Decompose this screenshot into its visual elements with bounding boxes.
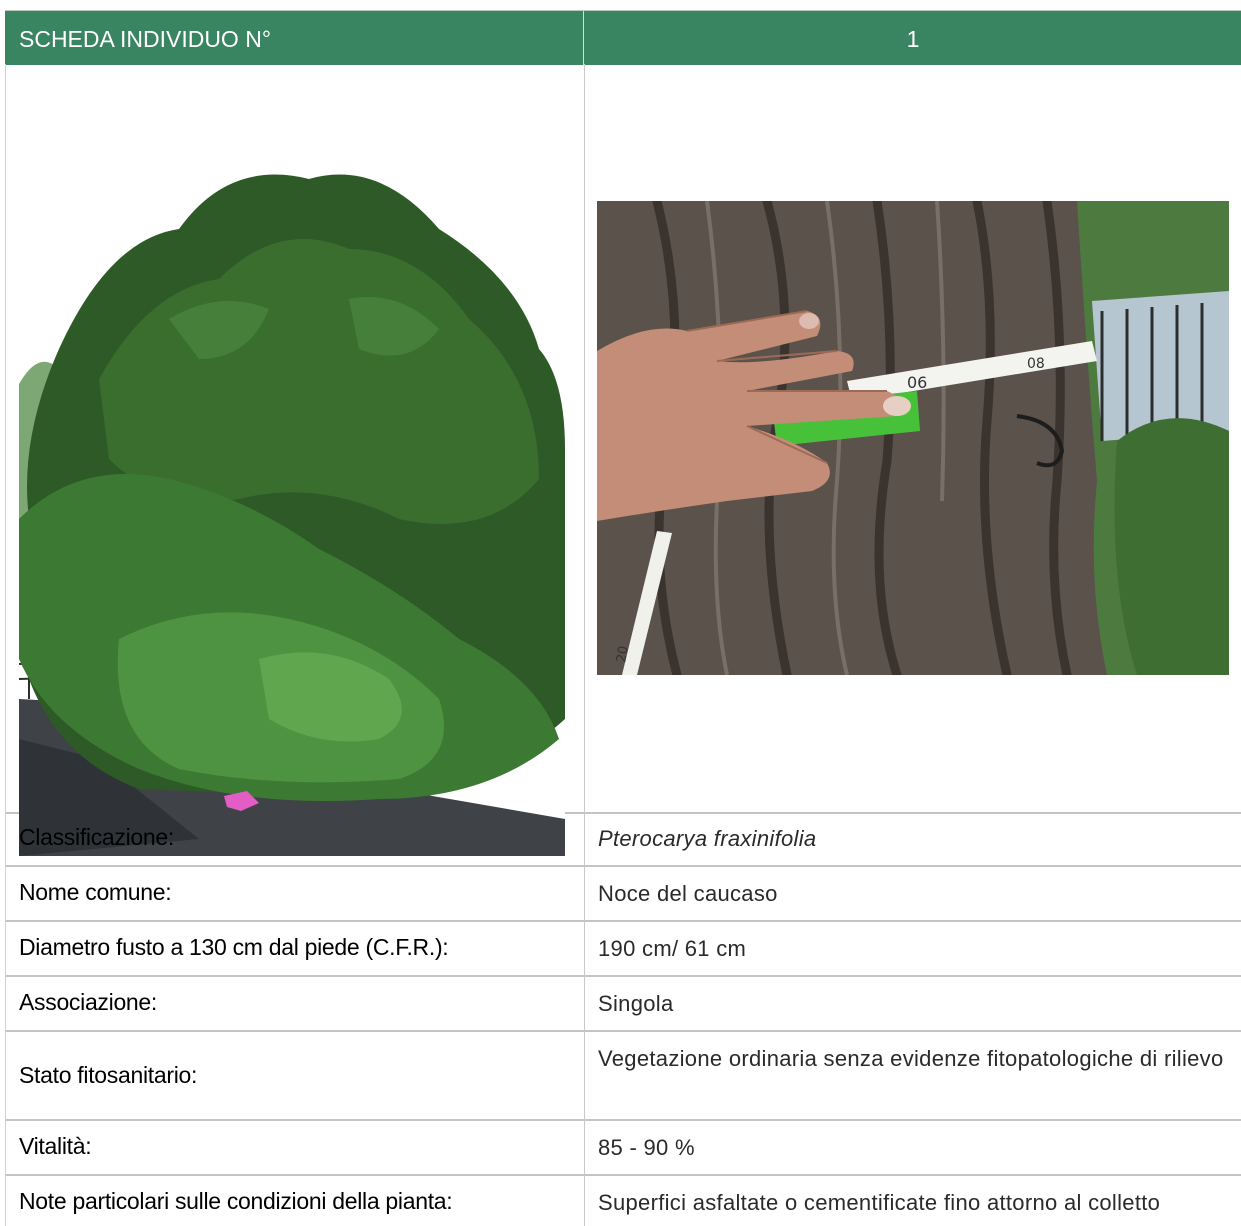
tape-mark-08: 08 bbox=[1027, 356, 1045, 372]
row-divider bbox=[584, 922, 585, 975]
sheet-title: SCHEDA INDIVIDUO N° bbox=[19, 26, 272, 52]
row-associazione: Associazione: Singola bbox=[5, 977, 1241, 1032]
label-nome-comune: Nome comune: bbox=[19, 879, 172, 905]
individual-number: 1 bbox=[906, 26, 920, 52]
row-divider bbox=[584, 867, 585, 920]
value-nome-comune: Noce del caucaso bbox=[598, 881, 778, 906]
label-diametro: Diametro fusto a 130 cm dal piede (C.F.R… bbox=[19, 934, 449, 960]
header-divider bbox=[583, 11, 584, 65]
label-classificazione: Classificazione: bbox=[19, 824, 174, 850]
tree-photo bbox=[19, 119, 565, 856]
row-diametro: Diametro fusto a 130 cm dal piede (C.F.R… bbox=[5, 922, 1241, 977]
tape-mark-06: 06 bbox=[907, 373, 927, 392]
value-classificazione: Pterocarya fraxinifolia bbox=[598, 826, 817, 851]
trunk-measure-photo: 06 08 20 bbox=[597, 201, 1229, 675]
tape-mark-20: 20 bbox=[614, 645, 632, 664]
value-associazione: Singola bbox=[598, 991, 674, 1016]
row-note: Note particolari sulle condizioni della … bbox=[5, 1176, 1241, 1226]
value-stato-fitosanitario: Vegetazione ordinaria senza evidenze fit… bbox=[598, 1046, 1224, 1071]
label-vitalita: Vitalità: bbox=[19, 1133, 92, 1159]
row-divider bbox=[584, 1032, 585, 1119]
value-diametro: 190 cm/ 61 cm bbox=[598, 936, 747, 961]
photos-divider bbox=[584, 64, 585, 812]
value-vitalita: 85 - 90 % bbox=[598, 1135, 695, 1160]
row-divider bbox=[584, 1121, 585, 1174]
row-classificazione: Classificazione: Pterocarya fraxinifolia bbox=[5, 812, 1241, 867]
header-bar: SCHEDA INDIVIDUO N° 1 bbox=[5, 10, 1241, 65]
label-note: Note particolari sulle condizioni della … bbox=[19, 1188, 453, 1214]
label-stato-fitosanitario: Stato fitosanitario: bbox=[19, 1062, 198, 1088]
row-nome-comune: Nome comune: Noce del caucaso bbox=[5, 867, 1241, 922]
label-associazione: Associazione: bbox=[19, 989, 158, 1015]
individual-record-sheet: SCHEDA INDIVIDUO N° 1 06 08 20 Classific… bbox=[5, 10, 1241, 1226]
row-divider bbox=[584, 977, 585, 1030]
row-divider bbox=[584, 1176, 585, 1226]
row-stato-fitosanitario: Stato fitosanitario: Vegetazione ordinar… bbox=[5, 1032, 1241, 1121]
row-vitalita: Vitalità: 85 - 90 % bbox=[5, 1121, 1241, 1176]
row-divider bbox=[584, 812, 585, 865]
photos-row: 06 08 20 bbox=[5, 64, 1241, 856]
value-note: Superfici asfaltate o cementificate fino… bbox=[598, 1190, 1161, 1215]
